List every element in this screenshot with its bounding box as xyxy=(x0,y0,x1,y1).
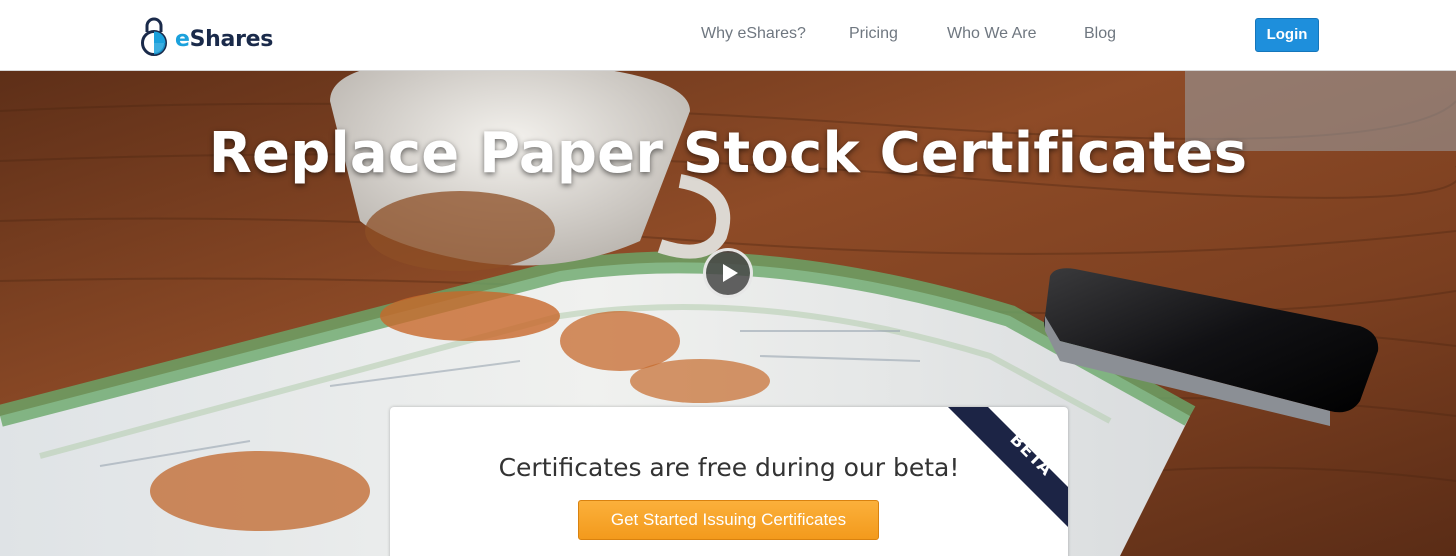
nav-pricing[interactable]: Pricing xyxy=(849,25,898,43)
play-icon xyxy=(723,264,738,282)
nav-blog[interactable]: Blog xyxy=(1084,25,1116,43)
nav-why-eshares[interactable]: Why eShares? xyxy=(701,25,806,43)
hero-title: Replace Paper Stock Certificates xyxy=(208,121,1248,186)
beta-card: Certificates are free during our beta! G… xyxy=(390,407,1068,556)
nav-who-we-are[interactable]: Who We Are xyxy=(947,25,1037,43)
padlock-icon xyxy=(141,17,167,56)
logo-wordmark-rest: Shares xyxy=(189,26,274,52)
logo-wordmark: eShares xyxy=(175,27,273,52)
site-header: eShares Why eShares? Pricing Who We Are … xyxy=(0,0,1456,71)
get-started-button[interactable]: Get Started Issuing Certificates xyxy=(578,500,879,540)
logo-wordmark-e: e xyxy=(175,26,190,52)
play-video-button[interactable] xyxy=(703,248,753,298)
hero-section: Replace Paper Stock Certificates Certifi… xyxy=(0,71,1456,556)
login-button[interactable]: Login xyxy=(1255,18,1319,52)
logo-link[interactable]: eShares xyxy=(139,15,273,57)
